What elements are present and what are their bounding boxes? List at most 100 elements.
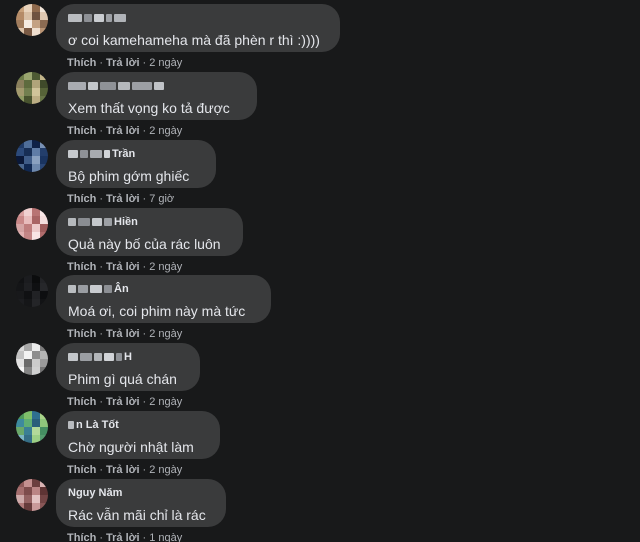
like-link[interactable]: Thích bbox=[67, 125, 96, 137]
separator-dot: · bbox=[142, 464, 147, 476]
blurred-name bbox=[68, 14, 82, 23]
separator-dot: · bbox=[142, 57, 147, 69]
separator-dot: · bbox=[99, 532, 104, 542]
blurred-name bbox=[68, 285, 76, 294]
comment-author-name: Nguy Năm bbox=[68, 487, 123, 500]
comment-author-name: Trần bbox=[112, 148, 136, 161]
separator-dot: · bbox=[99, 464, 104, 476]
blurred-name bbox=[84, 14, 92, 23]
blurred-name bbox=[104, 218, 112, 227]
avatar[interactable] bbox=[16, 72, 48, 104]
blurred-name bbox=[154, 82, 164, 91]
comment-bubble: Hiền Quả này bố của rác luôn bbox=[56, 208, 243, 256]
comment-item: Nguy Năm Rác vẫn mãi chỉ là rác Thích · Trả … bbox=[16, 479, 616, 542]
comment-item: Trần Bộ phim gớm ghiếc Thích · Trả lời · 7 giờ bbox=[16, 140, 616, 206]
blurred-name bbox=[90, 150, 102, 159]
comment-actions: Thích · Trả lời · 7 giờ bbox=[67, 192, 174, 206]
comment-author[interactable]: Ân bbox=[68, 282, 259, 296]
comment-author[interactable]: Hiền bbox=[68, 215, 231, 229]
like-link[interactable]: Thích bbox=[67, 464, 96, 476]
like-link[interactable]: Thích bbox=[67, 193, 96, 205]
blurred-name bbox=[68, 421, 74, 430]
comment-item: n Là Tốt Chờ người nhật làm Thích · Trả lời ·… bbox=[16, 411, 616, 477]
separator-dot: · bbox=[142, 261, 147, 273]
comment-text: Rác vẫn mãi chỉ là rác bbox=[68, 507, 206, 523]
avatar[interactable] bbox=[16, 275, 48, 307]
comment-bubble: n Là Tốt Chờ người nhật làm bbox=[56, 411, 220, 459]
avatar[interactable] bbox=[16, 343, 48, 375]
blurred-name bbox=[100, 82, 116, 91]
separator-dot: · bbox=[99, 396, 104, 408]
reply-link[interactable]: Trả lời bbox=[106, 125, 140, 137]
blurred-name bbox=[68, 353, 78, 362]
like-link[interactable]: Thích bbox=[67, 57, 96, 69]
comment-timestamp[interactable]: 2 ngày bbox=[149, 261, 182, 273]
like-link[interactable]: Thích bbox=[67, 532, 96, 542]
comment-author[interactable] bbox=[68, 11, 328, 25]
blurred-name bbox=[92, 218, 102, 227]
blurred-name bbox=[80, 150, 88, 159]
comment-author[interactable] bbox=[68, 79, 245, 93]
blurred-name bbox=[116, 353, 122, 362]
avatar[interactable] bbox=[16, 411, 48, 443]
comment-timestamp[interactable]: 7 giờ bbox=[149, 193, 174, 205]
blurred-name bbox=[94, 353, 102, 362]
blurred-name bbox=[78, 218, 90, 227]
comment-timestamp[interactable]: 2 ngày bbox=[149, 57, 182, 69]
like-link[interactable]: Thích bbox=[67, 261, 96, 273]
blurred-name bbox=[114, 14, 126, 23]
blurred-name bbox=[80, 353, 92, 362]
reply-link[interactable]: Trả lời bbox=[106, 396, 140, 408]
avatar[interactable] bbox=[16, 479, 48, 511]
comment-thread: ơ coi kamehameha mà đã phèn r thì :)))) T… bbox=[0, 0, 640, 542]
blurred-name bbox=[90, 285, 102, 294]
reply-link[interactable]: Trả lời bbox=[106, 193, 140, 205]
comment-bubble: H Phim gì quá chán bbox=[56, 343, 200, 391]
comment-item: Ân Moá ơi, coi phim này mà tức Thích · Trả l… bbox=[16, 275, 616, 341]
comment-text: Quả này bố của rác luôn bbox=[68, 236, 221, 252]
comment-text: Phim gì quá chán bbox=[68, 371, 177, 387]
comment-text: Moá ơi, coi phim này mà tức bbox=[68, 303, 246, 319]
separator-dot: · bbox=[142, 193, 147, 205]
separator-dot: · bbox=[142, 532, 147, 542]
comment-actions: Thích · Trả lời · 2 ngày bbox=[67, 56, 182, 70]
blurred-name bbox=[132, 82, 152, 91]
avatar[interactable] bbox=[16, 208, 48, 240]
blurred-name bbox=[104, 150, 110, 159]
blurred-name bbox=[94, 14, 104, 23]
comment-bubble: ơ coi kamehameha mà đã phèn r thì :)))) bbox=[56, 4, 340, 52]
comment-timestamp[interactable]: 2 ngày bbox=[149, 125, 182, 137]
blurred-name bbox=[68, 82, 86, 91]
separator-dot: · bbox=[99, 125, 104, 137]
comment-timestamp[interactable]: 2 ngày bbox=[149, 396, 182, 408]
avatar[interactable] bbox=[16, 4, 48, 36]
reply-link[interactable]: Trả lời bbox=[106, 464, 140, 476]
separator-dot: · bbox=[99, 193, 104, 205]
avatar[interactable] bbox=[16, 140, 48, 172]
comment-author[interactable]: Trần bbox=[68, 147, 204, 161]
like-link[interactable]: Thích bbox=[67, 328, 96, 340]
comment-actions: Thích · Trả lời · 2 ngày bbox=[67, 260, 182, 274]
reply-link[interactable]: Trả lời bbox=[106, 532, 140, 542]
blurred-name bbox=[104, 285, 112, 294]
comment-actions: Thích · Trả lời · 2 ngày bbox=[67, 327, 182, 341]
blurred-name bbox=[106, 14, 112, 23]
comment-author[interactable]: n Là Tốt bbox=[68, 418, 208, 432]
reply-link[interactable]: Trả lời bbox=[106, 261, 140, 273]
comment-author-name: H bbox=[124, 351, 132, 364]
comment-item: Xem thất vọng ko tả được Thích · Trả lời · 2 … bbox=[16, 72, 616, 137]
comment-author[interactable]: Nguy Năm bbox=[68, 486, 214, 500]
separator-dot: · bbox=[99, 261, 104, 273]
reply-link[interactable]: Trả lời bbox=[106, 57, 140, 69]
comment-item: Hiền Quả này bố của rác luôn Thích · Trả lời… bbox=[16, 208, 616, 274]
blurred-name bbox=[118, 82, 130, 91]
comment-timestamp[interactable]: 1 ngày bbox=[149, 532, 182, 542]
separator-dot: · bbox=[142, 328, 147, 340]
reply-link[interactable]: Trả lời bbox=[106, 328, 140, 340]
comment-actions: Thích · Trả lời · 2 ngày bbox=[67, 463, 182, 477]
comment-actions: Thích · Trả lời · 2 ngày bbox=[67, 395, 182, 409]
like-link[interactable]: Thích bbox=[67, 396, 96, 408]
comment-timestamp[interactable]: 2 ngày bbox=[149, 464, 182, 476]
comment-author[interactable]: H bbox=[68, 350, 188, 364]
comment-timestamp[interactable]: 2 ngày bbox=[149, 328, 182, 340]
